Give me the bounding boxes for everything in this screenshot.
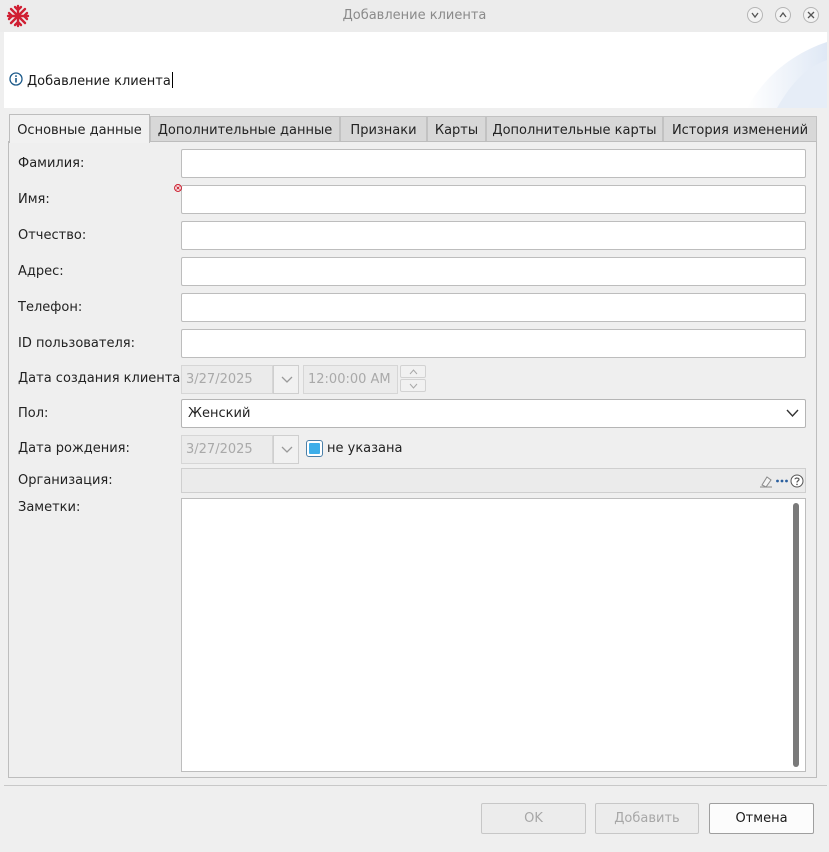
close-icon: [807, 11, 815, 19]
footer-separator: [4, 785, 827, 786]
created-time-field[interactable]: 12:00:00 AM: [303, 365, 398, 394]
tab-additional-data[interactable]: Дополнительные данные: [150, 116, 340, 142]
maximize-button[interactable]: [775, 7, 791, 23]
more-icon[interactable]: [775, 474, 789, 488]
phone-label: Телефон:: [18, 300, 83, 315]
tab-cards[interactable]: Карты: [427, 116, 486, 142]
birth-date-label: Дата рождения:: [18, 441, 130, 456]
created-date-dropdown[interactable]: [273, 365, 299, 394]
tab-attributes[interactable]: Признаки: [340, 116, 427, 142]
chevron-down-icon: [281, 446, 293, 453]
cancel-button[interactable]: Отмена: [709, 803, 814, 834]
checkbox-checked-indicator: [309, 443, 320, 454]
chevron-down-icon: [281, 376, 293, 383]
window-title: Добавление клиента: [342, 8, 487, 23]
header-banner: Добавление клиента: [4, 32, 827, 108]
gender-select-value: Женский: [188, 406, 251, 421]
tab-main-data[interactable]: Основные данные: [9, 114, 150, 143]
birth-date-field[interactable]: 3/27/2025: [181, 435, 273, 464]
first-name-input[interactable]: [181, 185, 806, 214]
organization-field[interactable]: [181, 468, 806, 493]
required-icon: [174, 184, 182, 192]
middle-name-input[interactable]: [181, 221, 806, 250]
birth-date-not-specified-checkbox[interactable]: [306, 440, 323, 457]
tab-change-history[interactable]: История изменений: [663, 116, 817, 142]
gender-label: Пол:: [18, 406, 49, 421]
info-icon: [9, 72, 23, 86]
chevron-down-icon: [751, 12, 759, 19]
add-button[interactable]: Добавить: [595, 803, 699, 834]
notes-label: Заметки:: [18, 500, 81, 515]
help-icon[interactable]: [790, 474, 804, 488]
address-label: Адрес:: [18, 264, 64, 279]
notes-scrollbar[interactable]: [793, 503, 799, 767]
user-id-input[interactable]: [181, 329, 806, 358]
address-input[interactable]: [181, 257, 806, 286]
tab-additional-cards[interactable]: Дополнительные карты: [486, 116, 663, 142]
created-date-label: Дата создания клиента:: [18, 371, 185, 386]
chevron-down-icon: [786, 409, 799, 418]
minimize-button[interactable]: [747, 7, 763, 23]
text-caret: [171, 72, 173, 88]
chevron-up-icon: [409, 369, 418, 375]
last-name-label: Фамилия:: [18, 156, 85, 171]
eraser-icon[interactable]: [759, 474, 773, 488]
banner-title-text: Добавление клиента: [27, 74, 171, 89]
user-id-label: ID пользователя:: [18, 336, 135, 351]
ok-button[interactable]: OK: [481, 803, 586, 834]
banner-decoration: [747, 42, 827, 108]
notes-textarea[interactable]: [181, 498, 806, 772]
gender-select[interactable]: Женский: [181, 399, 806, 428]
chevron-down-icon: [409, 383, 418, 389]
time-spin-down[interactable]: [400, 379, 426, 392]
middle-name-label: Отчество:: [18, 228, 87, 243]
last-name-input[interactable]: [181, 149, 806, 178]
birth-date-dropdown[interactable]: [273, 435, 299, 464]
close-button[interactable]: [803, 7, 819, 23]
first-name-label: Имя:: [18, 192, 50, 207]
phone-input[interactable]: [181, 293, 806, 322]
organization-label: Организация:: [18, 473, 113, 488]
time-spin-up[interactable]: [400, 365, 426, 378]
created-date-field[interactable]: 3/27/2025: [181, 365, 273, 394]
birth-date-not-specified-label: не указана: [327, 441, 403, 456]
banner-title: Добавление клиента: [27, 72, 173, 89]
chevron-up-icon: [779, 11, 787, 18]
